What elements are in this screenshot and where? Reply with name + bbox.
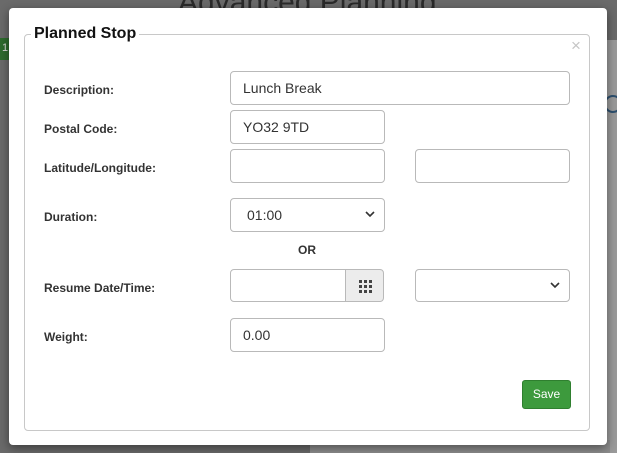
description-label: Description: xyxy=(44,83,115,97)
resume-datetime-label: Resume Date/Time: xyxy=(44,281,156,295)
calendar-grid-icon xyxy=(359,280,372,293)
duration-label: Duration: xyxy=(44,210,98,224)
resume-time-select[interactable] xyxy=(415,269,570,302)
description-input[interactable]: Lunch Break xyxy=(230,71,570,105)
or-separator: OR xyxy=(298,243,316,257)
duration-select[interactable]: 01:00 xyxy=(230,198,385,232)
dialog-title: Planned Stop xyxy=(31,25,140,43)
lat-lng-label: Latitude/Longitude: xyxy=(44,161,156,175)
postal-code-input[interactable]: YO32 9TD xyxy=(230,110,385,144)
latitude-input[interactable] xyxy=(230,149,385,183)
weight-label: Weight: xyxy=(44,330,88,344)
chevron-down-icon xyxy=(365,211,375,218)
planned-stop-dialog: Planned Stop × Description: Lunch Break … xyxy=(9,8,607,445)
save-button[interactable]: Save xyxy=(522,380,571,409)
resume-date-input[interactable] xyxy=(230,269,347,302)
weight-input[interactable]: 0.00 xyxy=(230,318,385,352)
close-icon[interactable]: × xyxy=(571,37,581,55)
chevron-down-icon xyxy=(550,282,560,289)
duration-value: 01:00 xyxy=(247,207,283,223)
longitude-input[interactable] xyxy=(415,149,570,183)
calendar-button[interactable] xyxy=(345,269,384,302)
postal-code-label: Postal Code: xyxy=(44,122,118,136)
